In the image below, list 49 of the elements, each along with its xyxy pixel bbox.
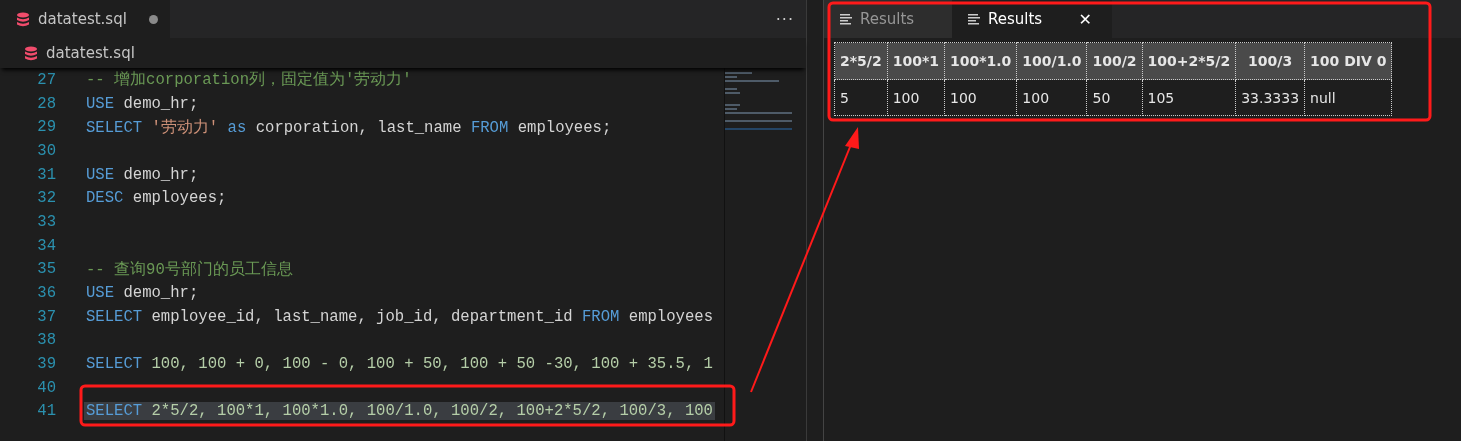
- table-cell: 5: [834, 79, 888, 116]
- line-number: 31: [36, 165, 56, 184]
- code-line: SELECT 100, 100 + 0, 100 - 0, 100 + 50, 100 + 50 -30, 100 + 35.5, 1: [85, 355, 714, 374]
- code-line: USE demo_hr;: [85, 284, 200, 303]
- line-number: 40: [36, 378, 56, 397]
- line-number: 33: [36, 212, 56, 231]
- code-line: -- 增加corporation列，固定值为'劳动力': [85, 70, 413, 91]
- table-cell: 50: [1086, 79, 1143, 116]
- line-number: 32: [36, 189, 56, 208]
- column-header: 100/3: [1235, 42, 1305, 80]
- code-line: SELECT employee_id, last_name, job_id, department_id FROM employees: [85, 307, 714, 326]
- breadcrumb[interactable]: datatest.sql: [46, 44, 135, 62]
- table-cell: 33.3333: [1235, 79, 1305, 116]
- code-line: DESC employees;: [85, 189, 228, 208]
- table-cell: 105: [1142, 79, 1236, 116]
- more-actions[interactable]: ···: [775, 9, 794, 29]
- column-header: 100*1: [887, 42, 945, 80]
- line-number: 36: [36, 284, 56, 303]
- editor-tab[interactable]: datatest.sql: [0, 0, 170, 38]
- list-icon: [840, 13, 852, 25]
- column-header: 100/2: [1086, 42, 1143, 80]
- table-cell: 100: [887, 79, 945, 116]
- table-cell: null: [1304, 79, 1392, 116]
- table-cell: 100: [944, 79, 1017, 116]
- database-icon: [16, 11, 30, 27]
- line-number: 38: [36, 331, 56, 350]
- line-number: 34: [36, 236, 56, 255]
- line-number: 27: [36, 70, 56, 89]
- line-number: 41: [36, 402, 56, 421]
- code-line: -- 查询90号部门的员工信息: [85, 259, 294, 280]
- column-header: 2*5/2: [834, 42, 888, 80]
- column-header: 100 DIV 0: [1304, 42, 1392, 80]
- line-number: 30: [36, 141, 56, 160]
- code-line: SELECT '劳动力' as corporation, last_name FROM employees;: [85, 117, 613, 138]
- line-number: 35: [36, 260, 56, 279]
- database-icon: [24, 45, 38, 61]
- column-header: 100+2*5/2: [1142, 42, 1236, 80]
- column-header: 100/1.0: [1016, 42, 1087, 80]
- column-header: 100*1.0: [944, 42, 1017, 80]
- line-number: 39: [36, 355, 56, 374]
- line-number: 37: [36, 307, 56, 326]
- tab-title: datatest.sql: [38, 10, 127, 28]
- code-line: USE demo_hr;: [85, 94, 200, 113]
- line-number: 28: [36, 94, 56, 113]
- close-icon[interactable]: ✕: [1078, 9, 1092, 29]
- line-number: 29: [36, 118, 56, 137]
- code-line: USE demo_hr;: [85, 165, 200, 184]
- list-icon: [968, 13, 980, 25]
- table-cell: 100: [1016, 79, 1087, 116]
